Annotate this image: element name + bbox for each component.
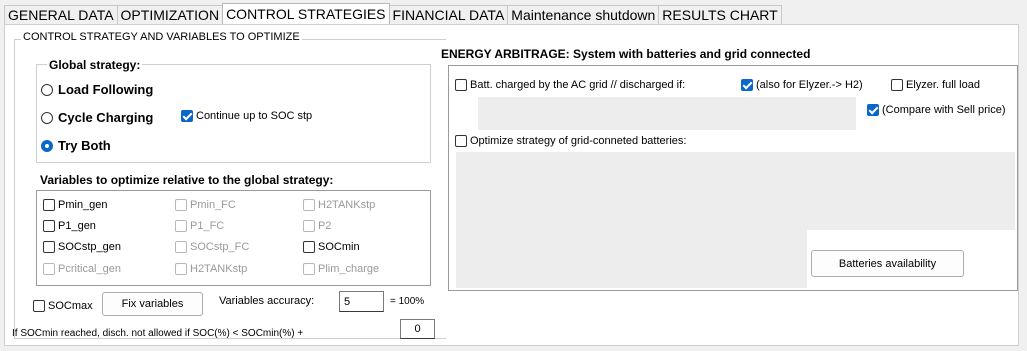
variables-accuracy-input[interactable]: 5 <box>339 291 384 312</box>
checkbox-indicator-disabled <box>175 263 187 275</box>
batt-charged-checkbox[interactable]: Batt. charged by the AC grid // discharg… <box>455 79 685 91</box>
checkbox-indicator <box>303 241 315 253</box>
var-h2tankstp-fc[interactable]: H2TANKstp <box>175 263 247 275</box>
elyzer-full-load-checkbox[interactable]: Elyzer. full load <box>891 79 980 91</box>
radio-try-both-label: Try Both <box>58 138 111 153</box>
var-label: H2TANKstp <box>318 199 376 211</box>
checkbox-indicator-checked <box>741 79 753 91</box>
checkbox-indicator-checked <box>867 104 879 116</box>
var-p1-gen[interactable]: P1_gen <box>43 220 96 232</box>
checkbox-indicator <box>455 79 467 91</box>
elyzer-h2-label: (also for Elyzer.-> H2) <box>756 79 863 91</box>
optimize-grid-batteries-label: Optimize strategy of grid-conneted batte… <box>470 135 687 147</box>
compare-sell-price-checkbox[interactable]: (Compare with Sell price) <box>867 104 1005 116</box>
optimize-grid-batteries-checkbox[interactable]: Optimize strategy of grid-conneted batte… <box>455 135 686 147</box>
radio-indicator <box>41 83 53 96</box>
checkbox-indicator <box>455 135 467 147</box>
var-label: Pmin_FC <box>190 199 236 211</box>
var-socstp-gen[interactable]: SOCstp_gen <box>43 241 121 253</box>
radio-cycle-charging[interactable]: Cycle Charging <box>41 110 153 125</box>
var-label: P2 <box>318 220 332 232</box>
batteries-availability-button[interactable]: Batteries availability <box>811 250 964 277</box>
checkbox-indicator <box>43 220 55 232</box>
var-h2tankstp[interactable]: H2TANKstp <box>303 199 375 211</box>
var-socstp-fc[interactable]: SOCstp_FC <box>175 241 249 253</box>
checkbox-indicator-disabled <box>303 220 315 232</box>
socmin-note-label: If SOCmin reached, disch. not allowed if… <box>12 328 304 339</box>
tab-control-strategies[interactable]: CONTROL STRATEGIES <box>222 3 390 24</box>
tab-strip: GENERAL DATA OPTIMIZATION CONTROL STRATE… <box>4 3 782 24</box>
var-label: P1_gen <box>58 220 96 232</box>
radio-try-both[interactable]: Try Both <box>41 138 111 153</box>
var-label: SOCstp_gen <box>58 241 121 253</box>
elyzer-h2-checkbox[interactable]: (also for Elyzer.-> H2) <box>741 79 863 91</box>
tab-optimization[interactable]: OPTIMIZATION <box>116 5 224 24</box>
socmax-label: SOCmax <box>48 300 93 312</box>
variables-title: Variables to optimize relative to the gl… <box>40 173 334 187</box>
grid-strategy-area-lower <box>456 230 807 288</box>
var-label: Pcritical_gen <box>58 263 121 275</box>
control-strategy-group-title: CONTROL STRATEGY AND VARIABLES TO OPTIMI… <box>21 31 302 43</box>
var-pcritical-gen[interactable]: Pcritical_gen <box>43 263 121 275</box>
fix-variables-button[interactable]: Fix variables <box>102 292 203 316</box>
checkbox-indicator-disabled <box>303 199 315 211</box>
batt-charged-label: Batt. charged by the AC grid // discharg… <box>470 79 686 91</box>
checkbox-indicator <box>33 300 45 312</box>
tab-financial-data[interactable]: FINANCIAL DATA <box>388 5 509 24</box>
socmax-checkbox[interactable]: SOCmax <box>33 300 93 312</box>
checkbox-indicator <box>43 241 55 253</box>
checkbox-indicator-disabled <box>175 241 187 253</box>
checkbox-indicator-disabled <box>303 263 315 275</box>
compare-sell-price-label: (Compare with Sell price) <box>882 104 1006 116</box>
var-socmin[interactable]: SOCmin <box>303 241 360 253</box>
var-pmin-gen[interactable]: Pmin_gen <box>43 199 108 211</box>
var-label: H2TANKstp <box>190 263 248 275</box>
radio-indicator-selected <box>41 139 53 152</box>
var-label: Pmin_gen <box>58 199 108 211</box>
continue-soc-checkbox[interactable]: Continue up to SOC stp <box>181 110 312 122</box>
checkbox-indicator-disabled <box>175 199 187 211</box>
var-label: P1_FC <box>190 220 225 232</box>
continue-soc-label: Continue up to SOC stp <box>196 110 313 122</box>
var-label: SOCmin <box>318 241 360 253</box>
checkbox-indicator-disabled <box>43 263 55 275</box>
var-label: SOCstp_FC <box>190 241 250 253</box>
variables-accuracy-label: Variables accuracy: <box>219 295 315 307</box>
arbitrage-title: ENERGY ARBITRAGE: System with batteries … <box>441 47 811 61</box>
radio-indicator <box>41 111 53 124</box>
var-label: Plim_charge <box>318 263 380 275</box>
var-p1-fc[interactable]: P1_FC <box>175 220 224 232</box>
tab-general-data[interactable]: GENERAL DATA <box>4 5 118 24</box>
global-strategy-title: Global strategy: <box>47 58 143 72</box>
radio-cycle-charging-label: Cycle Charging <box>58 110 154 125</box>
checkbox-indicator-checked <box>181 110 193 122</box>
radio-load-following-label: Load Following <box>58 82 154 97</box>
control-strategies-panel: CONTROL STRATEGY AND VARIABLES TO OPTIMI… <box>4 24 1019 346</box>
checkbox-indicator <box>43 199 55 211</box>
radio-load-following[interactable]: Load Following <box>41 82 153 97</box>
socmin-margin-input[interactable]: 0 <box>400 319 435 339</box>
tab-maintenance-shutdown[interactable]: Maintenance shutdown <box>507 5 660 24</box>
checkbox-indicator <box>891 79 903 91</box>
accuracy-suffix: = 100% <box>390 296 425 307</box>
var-p2[interactable]: P2 <box>303 220 331 232</box>
elyzer-full-load-label: Elyzer. full load <box>906 79 980 91</box>
tab-results-chart[interactable]: RESULTS CHART <box>658 5 782 24</box>
var-plim-charge[interactable]: Plim_charge <box>303 263 379 275</box>
checkbox-indicator-disabled <box>175 220 187 232</box>
var-pmin-fc[interactable]: Pmin_FC <box>175 199 236 211</box>
discharge-params-area <box>478 97 856 130</box>
grid-strategy-area <box>456 152 1015 230</box>
